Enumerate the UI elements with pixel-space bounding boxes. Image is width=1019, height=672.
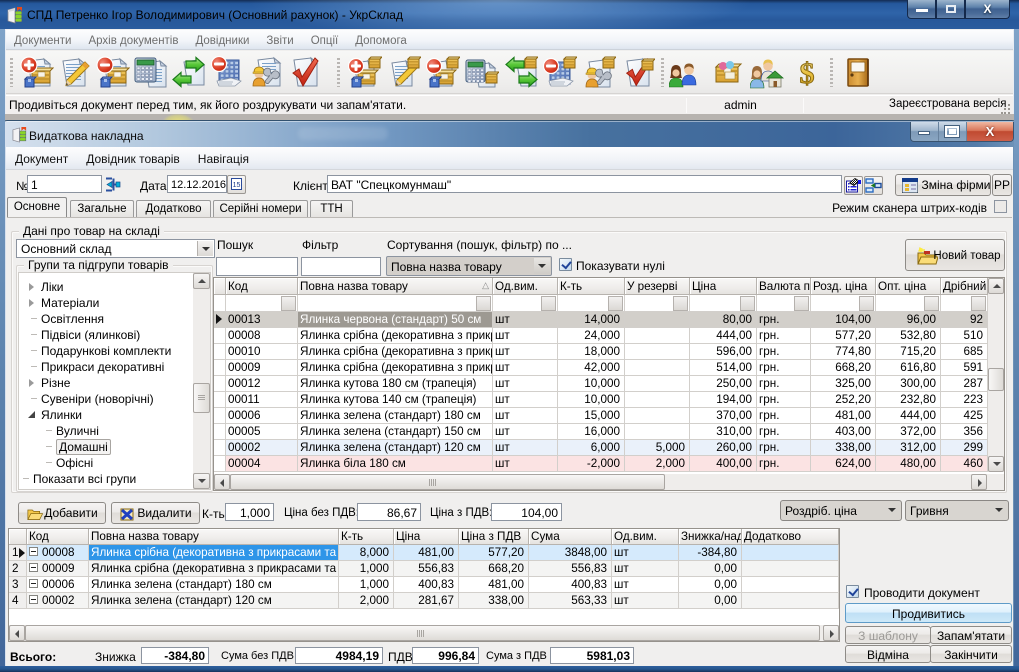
svg-text:$: $: [800, 57, 815, 89]
